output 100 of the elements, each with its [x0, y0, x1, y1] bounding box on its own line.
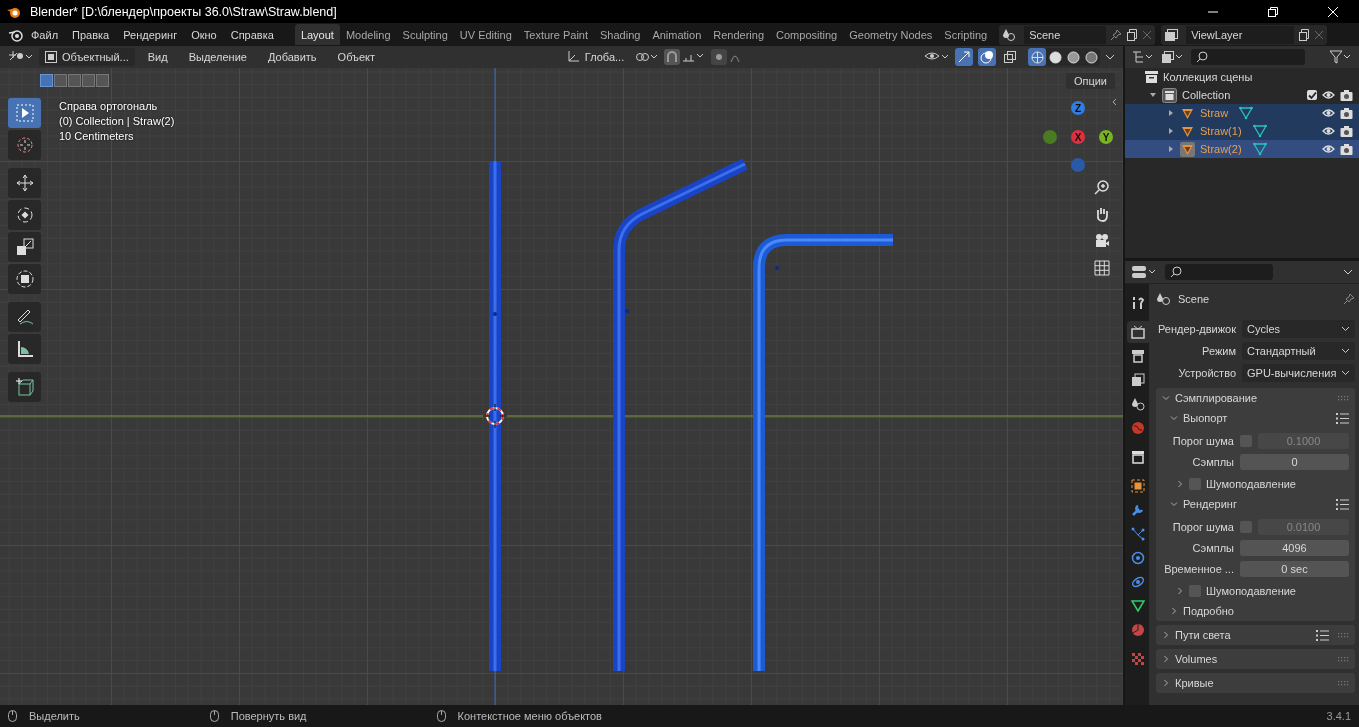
number-field[interactable]: 4096: [1240, 539, 1349, 556]
menu-item[interactable]: Добавить: [259, 51, 325, 63]
menu-item[interactable]: Объект: [329, 51, 384, 63]
panel-header[interactable]: Шумоподавление: [1156, 581, 1355, 601]
camera-icon[interactable]: [1340, 107, 1353, 119]
workspace-tab[interactable]: Animation: [646, 24, 708, 45]
scale-tool[interactable]: [8, 232, 41, 262]
caret-icon[interactable]: [1111, 98, 1119, 106]
eye-icon[interactable]: [1322, 90, 1335, 100]
workspace-tab[interactable]: Rendering: [707, 24, 771, 45]
scene-name[interactable]: Scene: [1024, 25, 1107, 44]
presets-icon[interactable]: [1336, 412, 1349, 424]
search-field[interactable]: [1191, 49, 1305, 65]
add-cube-tool[interactable]: [8, 372, 41, 402]
filter-icon[interactable]: [1329, 50, 1353, 64]
axis-handle[interactable]: [1071, 158, 1085, 172]
view-layer-name[interactable]: ViewLayer: [1186, 25, 1295, 44]
panel-header[interactable]: Шумоподавление: [1156, 474, 1355, 494]
transform-tool[interactable]: [8, 264, 41, 294]
copy-icon[interactable]: [1126, 28, 1139, 41]
pin-icon[interactable]: [1110, 28, 1123, 41]
number-field[interactable]: 0 sec: [1240, 560, 1349, 577]
grid-icon[interactable]: [1094, 259, 1110, 276]
panel-header[interactable]: Сэмплирование: [1156, 388, 1355, 408]
mode-dropdown[interactable]: Объектный...: [39, 48, 135, 66]
render-properties-tab[interactable]: [1127, 321, 1149, 343]
drag-handle-icon[interactable]: [1338, 656, 1349, 662]
eye-icon[interactable]: [1322, 108, 1335, 118]
camera-icon[interactable]: [1340, 89, 1353, 101]
number-field[interactable]: 0: [1240, 453, 1349, 470]
overlay-toggle[interactable]: [978, 48, 996, 66]
menu-item[interactable]: Справка: [223, 28, 281, 41]
dropdown[interactable]: Стандартный: [1242, 342, 1355, 360]
annotate-tool[interactable]: [8, 302, 41, 332]
disclosure-triangle-icon[interactable]: [1167, 127, 1175, 135]
menu-item[interactable]: Окно: [184, 28, 224, 41]
menu-item[interactable]: Вид: [139, 51, 176, 63]
disclosure-triangle-icon[interactable]: [1167, 145, 1175, 153]
workspace-tab[interactable]: Sculpting: [396, 24, 454, 45]
drag-handle-icon[interactable]: [1338, 395, 1349, 401]
panel-header[interactable]: Volumes: [1156, 649, 1355, 669]
checkbox[interactable]: [1189, 585, 1201, 597]
workspace-tab[interactable]: UV Editing: [453, 24, 518, 45]
hand-icon[interactable]: [1094, 205, 1110, 222]
outliner-row[interactable]: Straw(1): [1125, 122, 1359, 140]
workspace-tab[interactable]: Compositing: [770, 24, 844, 45]
move-tool[interactable]: [8, 168, 41, 198]
workspace-tab[interactable]: Scripting: [938, 24, 994, 45]
rotate-tool[interactable]: [8, 200, 41, 230]
menu-item[interactable]: Рендеринг: [116, 28, 185, 41]
scene-selector[interactable]: Scene: [999, 24, 1156, 45]
checkbox[interactable]: [1240, 520, 1252, 533]
camera-icon[interactable]: [1094, 232, 1110, 249]
material-shading-button[interactable]: [1064, 48, 1082, 66]
options-dropdown[interactable]: Опции: [1065, 73, 1115, 89]
gizmo-toggle[interactable]: [955, 48, 973, 66]
disclosure-triangle-icon[interactable]: [1167, 109, 1175, 117]
panel-header[interactable]: Подробно: [1156, 601, 1355, 621]
panel-header[interactable]: Кривые: [1156, 673, 1355, 693]
workspace-tab[interactable]: Geometry Nodes: [843, 24, 939, 45]
panel-header[interactable]: Выопорт: [1156, 408, 1355, 428]
tree-item[interactable]: Collection: [1182, 89, 1231, 101]
disclosure-triangle-icon[interactable]: [1149, 91, 1157, 99]
eye-icon[interactable]: [1322, 126, 1335, 136]
workspace-tab[interactable]: Texture Paint: [517, 24, 594, 45]
checkbox[interactable]: [1189, 478, 1201, 490]
solid-shading-button[interactable]: [1046, 48, 1064, 66]
pivot-icon[interactable]: [635, 50, 660, 64]
select-tool[interactable]: [8, 98, 41, 128]
outliner-row[interactable]: Straw(2): [1125, 140, 1359, 158]
editor-type-icon[interactable]: [1131, 265, 1157, 279]
menu-item[interactable]: Файл: [24, 28, 66, 41]
checkbox[interactable]: [1240, 434, 1252, 447]
axis-handle[interactable]: X: [1071, 130, 1085, 144]
presets-icon[interactable]: [1316, 629, 1329, 641]
pin-icon[interactable]: [1343, 293, 1355, 305]
workspace-tab[interactable]: Layout: [294, 24, 340, 45]
camera-icon[interactable]: [1340, 143, 1353, 155]
presets-icon[interactable]: [1336, 498, 1349, 510]
display-mode-icon[interactable]: [1161, 50, 1185, 64]
panel-header[interactable]: Рендеринг: [1156, 494, 1355, 514]
search-field[interactable]: [1165, 264, 1273, 280]
xray-toggle[interactable]: [1001, 48, 1019, 66]
caret-icon[interactable]: [1343, 268, 1353, 276]
camera-icon[interactable]: [1340, 125, 1353, 137]
outliner-row[interactable]: Straw: [1125, 104, 1359, 122]
drag-handle-icon[interactable]: [1338, 632, 1349, 638]
cursor-tool[interactable]: [8, 130, 41, 160]
maximize-icon[interactable]: [1267, 5, 1279, 18]
axis-handle[interactable]: Y: [1099, 130, 1113, 144]
copy-icon[interactable]: [1298, 28, 1311, 41]
editor-type-icon[interactable]: [1131, 50, 1155, 64]
checkbox[interactable]: [1307, 90, 1317, 100]
view-layer-selector[interactable]: ViewLayer: [1161, 24, 1328, 45]
measure-tool[interactable]: [8, 334, 41, 364]
wireframe-shading-button[interactable]: [1028, 48, 1046, 66]
workspace-tab[interactable]: Modeling: [339, 24, 397, 45]
tree-item[interactable]: Коллекция сцены: [1163, 71, 1253, 83]
orientation-dropdown[interactable]: Глоба...: [559, 47, 631, 67]
zoom-icon[interactable]: [1094, 178, 1110, 195]
